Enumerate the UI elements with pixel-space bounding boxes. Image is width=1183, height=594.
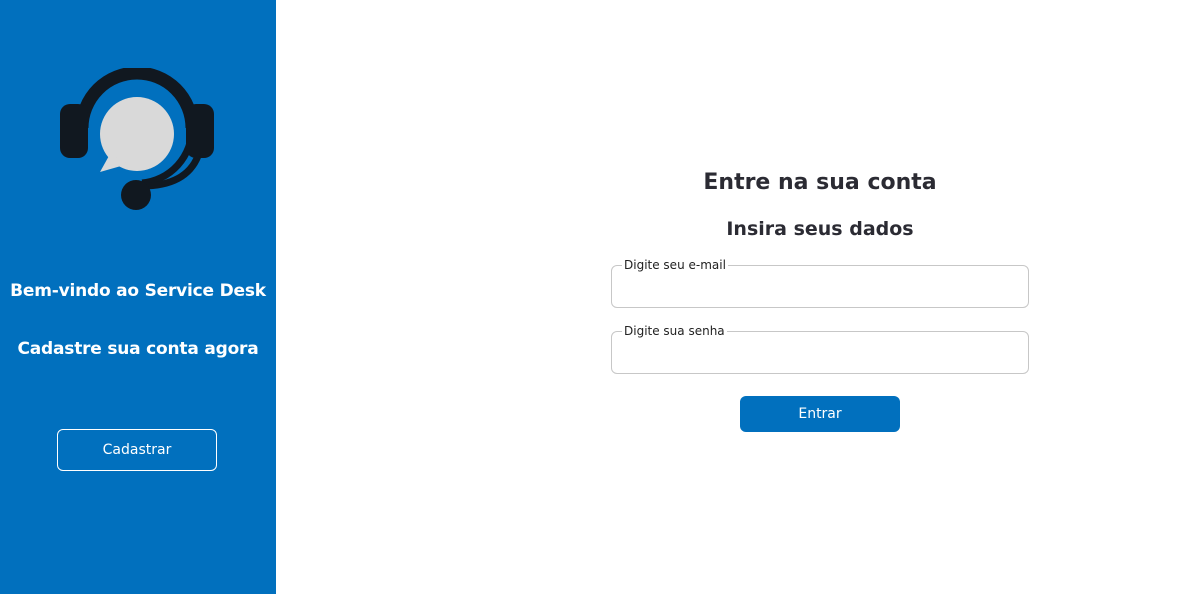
- password-input[interactable]: [622, 338, 1018, 368]
- welcome-sidebar: Bem-vindo ao Service Desk Cadastre sua c…: [0, 0, 276, 594]
- login-page: Bem-vindo ao Service Desk Cadastre sua c…: [0, 0, 1183, 594]
- register-button[interactable]: Cadastrar: [57, 429, 217, 471]
- submit-button[interactable]: Entrar: [740, 396, 900, 432]
- welcome-subtitle: Cadastre sua conta agora: [17, 339, 259, 359]
- email-input[interactable]: [622, 272, 1018, 302]
- password-field: Digite sua senha: [611, 324, 1029, 374]
- headset-chat-icon: [58, 66, 216, 212]
- email-label: Digite seu e-mail: [624, 258, 726, 272]
- email-field: Digite seu e-mail: [611, 258, 1029, 308]
- login-title: Entre na sua conta: [703, 170, 937, 195]
- password-label: Digite sua senha: [624, 324, 725, 338]
- welcome-title: Bem-vindo ao Service Desk: [10, 281, 266, 301]
- login-subtitle: Insira seus dados: [726, 218, 914, 240]
